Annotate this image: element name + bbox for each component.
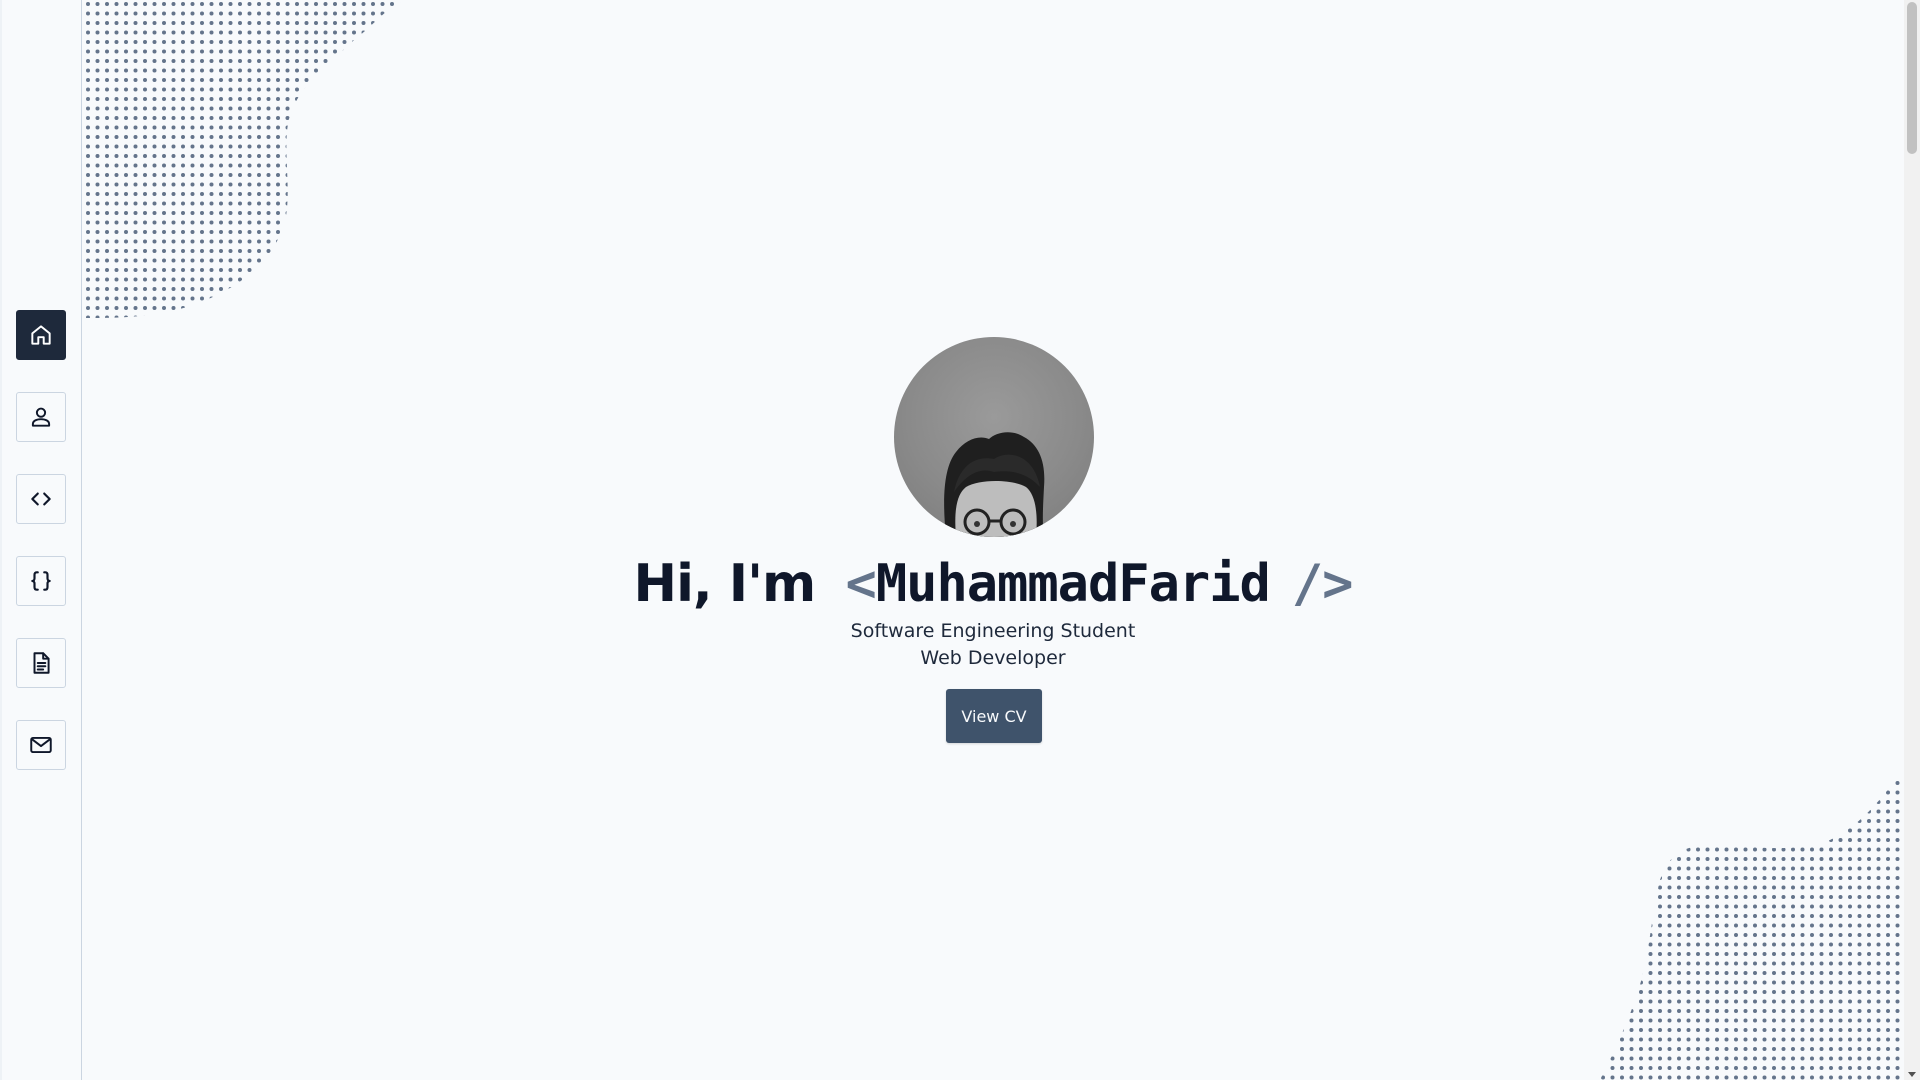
scroll-down-arrow-icon[interactable]: [1908, 1072, 1916, 1077]
profile-avatar: [894, 337, 1094, 537]
hero-section: Hi, I'm <MuhammadFarid /> Software Engine…: [82, 0, 1904, 1080]
nav-home-button[interactable]: [16, 310, 66, 360]
mail-icon: [28, 732, 54, 758]
scrollbar-thumb[interactable]: [1907, 2, 1917, 154]
nav-about-button[interactable]: [16, 392, 66, 442]
subtitle-role: Software Engineering Student: [850, 620, 1136, 642]
sidebar-nav: [0, 0, 82, 1080]
hero-headline: Hi, I'm <MuhammadFarid />: [82, 552, 1904, 616]
nav-resume-button[interactable]: [16, 638, 66, 688]
page-scrollbar[interactable]: [1904, 0, 1920, 1080]
open-bracket: <: [845, 554, 877, 614]
subtitle-title: Web Developer: [920, 647, 1066, 669]
nav-contact-button[interactable]: [16, 720, 66, 770]
nav-skills-button[interactable]: [16, 474, 66, 524]
view-cv-button[interactable]: View CV: [946, 689, 1042, 743]
document-icon: [28, 650, 54, 676]
page: Hi, I'm <MuhammadFarid /> Software Engine…: [0, 0, 1920, 1080]
code-icon: [28, 486, 54, 512]
curly-braces-icon: [28, 568, 54, 594]
name-text: MuhammadFarid: [875, 554, 1271, 614]
sidebar-edge: [0, 0, 2, 1080]
profile-photo: [944, 432, 1045, 537]
home-icon: [28, 322, 54, 348]
close-bracket: />: [1291, 554, 1354, 614]
user-icon: [28, 404, 54, 430]
nav-projects-button[interactable]: [16, 556, 66, 606]
greeting-text: Hi, I'm: [633, 554, 817, 614]
